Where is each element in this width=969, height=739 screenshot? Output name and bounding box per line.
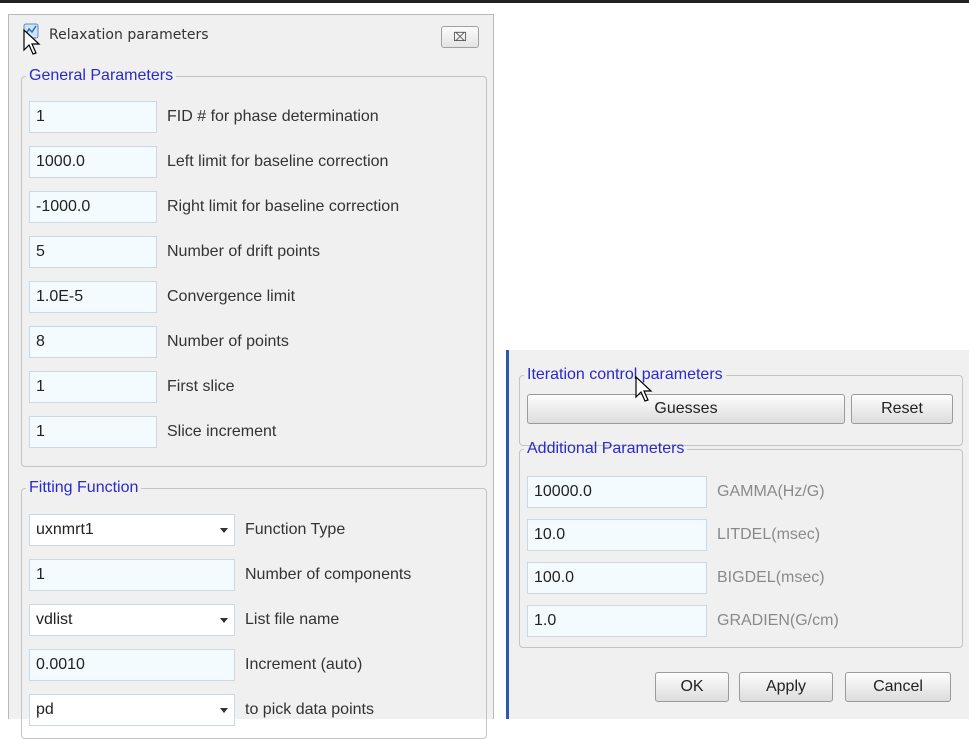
additional-parameters-legend: Additional Parameters (527, 440, 685, 457)
fid-phase-input[interactable]: 1 (29, 101, 157, 133)
gradien-input[interactable]: 1.0 (527, 605, 707, 637)
gamma-row: 10000.0 GAMMA(Hz/G) (527, 476, 957, 508)
cancel-button[interactable]: Cancel (845, 672, 951, 702)
components-row: 1 Number of components (29, 559, 489, 591)
gradien-label: GRADIEN(G/cm) (717, 612, 839, 629)
relaxation-parameters-dialog: Relaxation parameters ⌧ General Paramete… (8, 14, 494, 739)
list-file-select[interactable]: vdlist (29, 604, 235, 636)
pick-data-row: pd to pick data points (29, 694, 489, 726)
convergence-limit-label: Convergence limit (167, 288, 296, 305)
litdel-label: LITDEL(msec) (717, 526, 821, 543)
gamma-label: GAMMA(Hz/G) (717, 483, 825, 500)
convergence-limit-row: 1.0E-5 Convergence limit (29, 281, 489, 313)
fid-phase-label: FID # for phase determination (167, 108, 379, 125)
list-file-row: vdlist List file name (29, 604, 489, 636)
slice-increment-input[interactable]: 1 (29, 416, 157, 448)
function-type-value: uxnmrt1 (36, 521, 94, 538)
drift-points-label: Number of drift points (167, 243, 320, 260)
first-slice-input[interactable]: 1 (29, 371, 157, 403)
mouse-pointer-icon (635, 376, 653, 402)
left-limit-row: 1000.0 Left limit for baseline correctio… (29, 146, 489, 178)
list-file-value: vdlist (36, 611, 73, 628)
first-slice-row: 1 First slice (29, 371, 489, 403)
apply-button[interactable]: Apply (739, 672, 833, 702)
chevron-down-icon[interactable] (220, 708, 228, 713)
number-of-points-row: 8 Number of points (29, 326, 489, 358)
top-border (0, 0, 969, 3)
gradien-row: 1.0 GRADIEN(G/cm) (527, 605, 957, 637)
function-type-row: uxnmrt1 Function Type (29, 514, 489, 546)
iteration-dialog: Iteration control parameters Guesses Res… (506, 350, 969, 719)
dialog-title: Relaxation parameters (49, 27, 209, 43)
increment-row: 0.0010 Increment (auto) (29, 649, 489, 681)
convergence-limit-input[interactable]: 1.0E-5 (29, 281, 157, 313)
general-parameters-legend: General Parameters (29, 67, 174, 84)
number-of-points-input[interactable]: 8 (29, 326, 157, 358)
increment-input[interactable]: 0.0010 (29, 649, 235, 681)
ok-button[interactable]: OK (655, 672, 729, 702)
litdel-input[interactable]: 10.0 (527, 519, 707, 551)
left-limit-input[interactable]: 1000.0 (29, 146, 157, 178)
right-limit-input[interactable]: -1000.0 (29, 191, 157, 223)
right-limit-label: Right limit for baseline correction (167, 198, 400, 215)
components-label: Number of components (245, 566, 412, 583)
guesses-button[interactable]: Guesses (527, 394, 845, 424)
chevron-down-icon[interactable] (220, 528, 228, 533)
dialog-titlebar[interactable]: Relaxation parameters ⌧ (9, 15, 493, 49)
drift-points-row: 5 Number of drift points (29, 236, 489, 268)
fid-phase-row: 1 FID # for phase determination (29, 101, 489, 133)
components-input[interactable]: 1 (29, 559, 235, 591)
iteration-control-legend: Iteration control parameters (527, 366, 723, 383)
pick-data-select[interactable]: pd (29, 694, 235, 726)
gamma-input[interactable]: 10000.0 (527, 476, 707, 508)
slice-increment-row: 1 Slice increment (29, 416, 489, 448)
chevron-down-icon[interactable] (220, 618, 228, 623)
fitting-function-legend: Fitting Function (29, 479, 139, 496)
first-slice-label: First slice (167, 378, 235, 395)
bigdel-input[interactable]: 100.0 (527, 562, 707, 594)
litdel-row: 10.0 LITDEL(msec) (527, 519, 957, 551)
left-limit-label: Left limit for baseline correction (167, 153, 389, 170)
function-type-label: Function Type (245, 521, 346, 538)
reset-button[interactable]: Reset (851, 394, 953, 424)
mouse-pointer-icon (23, 29, 41, 55)
number-of-points-label: Number of points (167, 333, 289, 350)
function-type-select[interactable]: uxnmrt1 (29, 514, 235, 546)
right-limit-row: -1000.0 Right limit for baseline correct… (29, 191, 489, 223)
increment-label: Increment (auto) (245, 656, 363, 673)
pick-data-label: to pick data points (245, 701, 374, 718)
list-file-label: List file name (245, 611, 340, 628)
pick-data-value: pd (36, 701, 54, 718)
bigdel-label: BIGDEL(msec) (717, 569, 825, 586)
bigdel-row: 100.0 BIGDEL(msec) (527, 562, 957, 594)
slice-increment-label: Slice increment (167, 423, 277, 440)
drift-points-input[interactable]: 5 (29, 236, 157, 268)
close-button[interactable]: ⌧ (441, 26, 479, 48)
